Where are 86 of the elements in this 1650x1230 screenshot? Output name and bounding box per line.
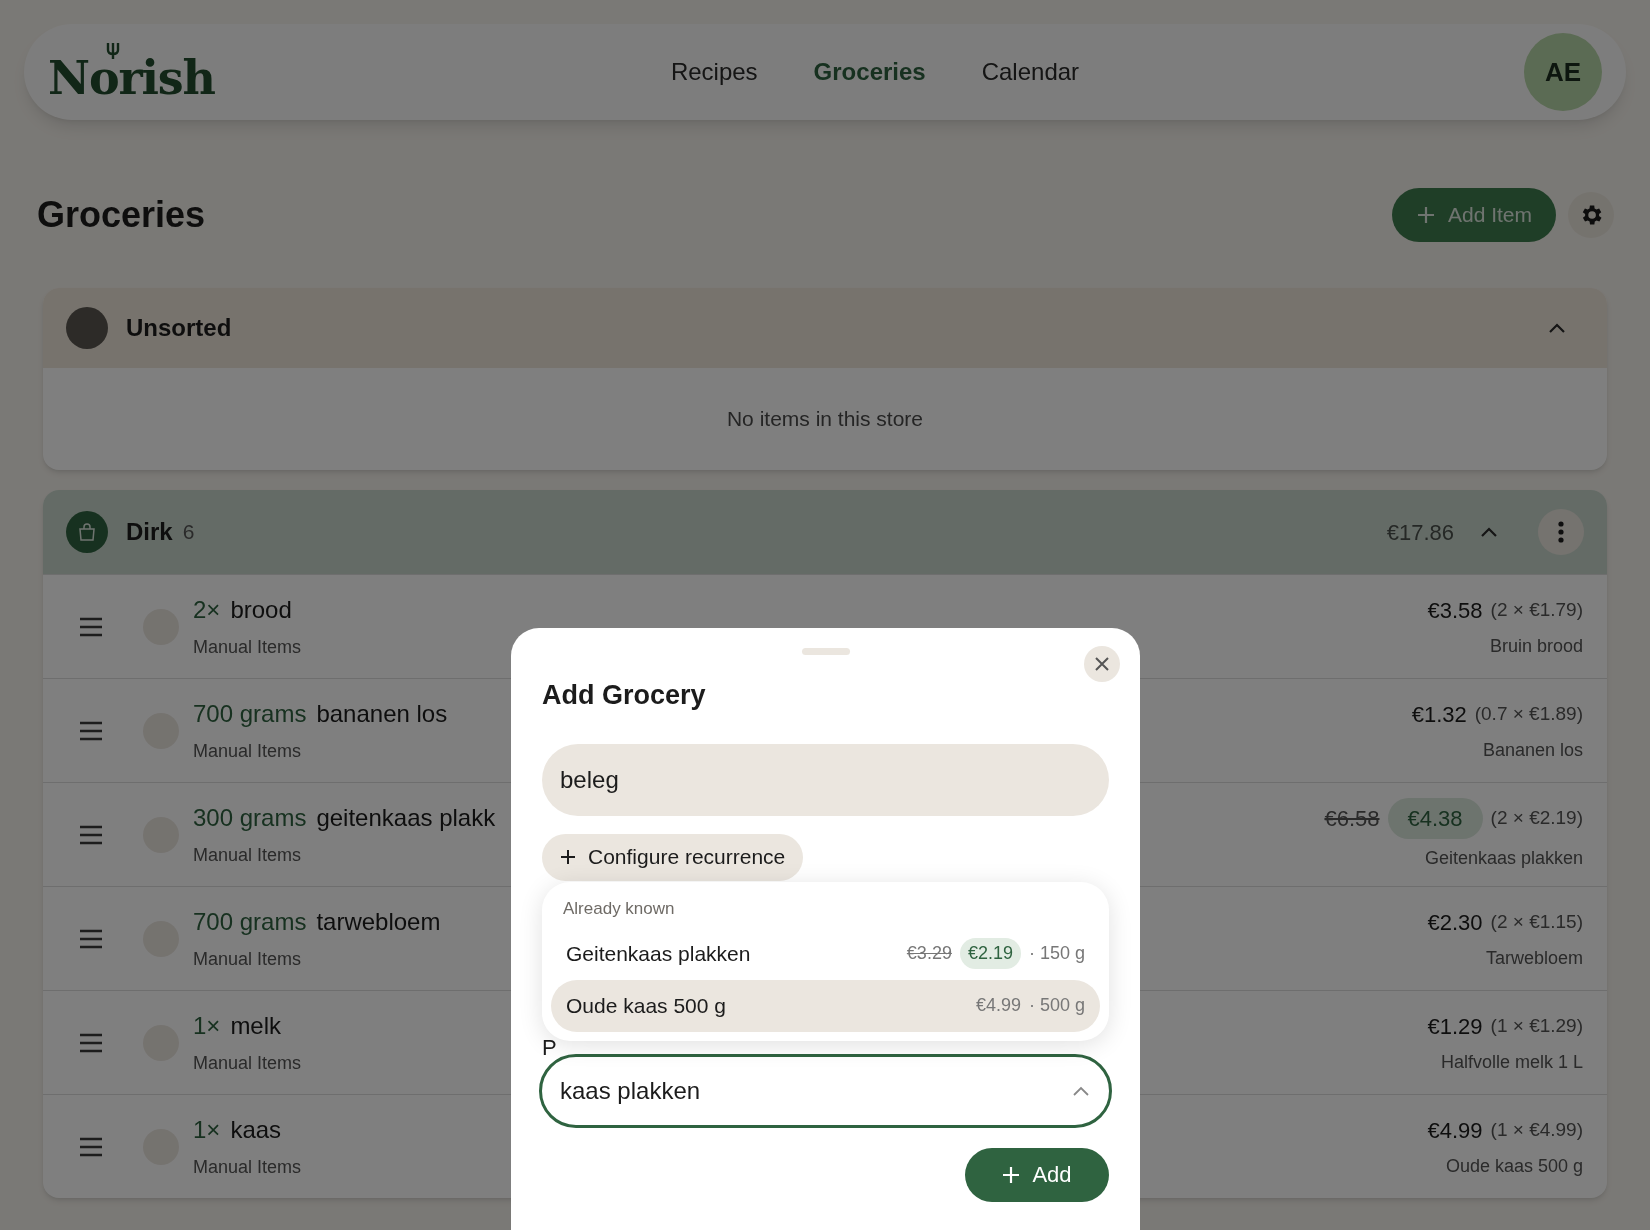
- suggestion-price: €4.99: [975, 994, 1021, 1017]
- original-price: €3.29: [906, 942, 952, 965]
- price-breakdown: (2 × €1.79): [1490, 597, 1583, 622]
- suggestions-heading: Already known: [562, 898, 676, 920]
- suggestion-size: · 150 g: [1028, 942, 1085, 965]
- suggestion-size: · 500 g: [1028, 994, 1085, 1017]
- discount-price: €2.19: [959, 938, 1021, 969]
- add-button[interactable]: Add: [965, 1147, 1109, 1202]
- close-button[interactable]: [1084, 646, 1120, 682]
- drag-handle-icon[interactable]: [79, 616, 103, 637]
- product-name: Geitenkaas plakken: [1424, 846, 1583, 870]
- item-amount: 300 grams: [193, 803, 307, 833]
- more-options-button[interactable]: [1538, 509, 1584, 555]
- item-source: Manual Items: [193, 1156, 302, 1179]
- item-source: Manual Items: [193, 1052, 302, 1075]
- drag-handle-icon[interactable]: [79, 1136, 103, 1157]
- price-breakdown: (1 × €4.99): [1490, 1117, 1583, 1142]
- store-name: Unsorted: [126, 313, 233, 343]
- empty-store-message: No items in this store: [725, 406, 925, 433]
- item-count: 6: [182, 519, 196, 546]
- item-name: kaas: [230, 1115, 282, 1145]
- suggestion-option[interactable]: Oude kaas 500 g €4.99 · 500 g: [551, 979, 1100, 1032]
- discount-price: €4.38: [1387, 797, 1483, 839]
- drag-handle-icon[interactable]: [79, 1032, 103, 1053]
- item-source: Manual Items: [193, 844, 302, 867]
- fork-icon: [106, 43, 120, 59]
- price-breakdown: (2 × €1.15): [1490, 909, 1583, 934]
- item-source: Manual Items: [193, 740, 302, 763]
- price-breakdown: (2 × €2.19): [1490, 805, 1583, 830]
- store-name: Dirk: [126, 517, 173, 547]
- settings-button[interactable]: [1568, 192, 1614, 238]
- suggestion-option[interactable]: Geitenkaas plakken €3.29 €2.19 · 150 g: [551, 927, 1100, 980]
- drag-handle-icon[interactable]: [79, 720, 103, 741]
- product-name: Bruin brood: [1489, 634, 1583, 658]
- chevron-icon[interactable]: [1480, 526, 1498, 538]
- item-name: brood: [230, 595, 292, 625]
- drag-handle-icon[interactable]: [79, 928, 103, 949]
- plus-icon: [1002, 1165, 1021, 1184]
- drag-handle-icon[interactable]: [79, 824, 103, 845]
- product-name: Oude kaas 500 g: [1445, 1154, 1583, 1178]
- product-name: Bananen los: [1482, 738, 1583, 762]
- plus-icon: [1415, 205, 1436, 225]
- suggestion-name: Geitenkaas plakken: [566, 940, 752, 967]
- item-amount: 1×: [193, 1011, 221, 1041]
- configure-recurrence-button[interactable]: Configure recurrence: [542, 833, 804, 881]
- dialog-title: Add Grocery: [542, 679, 707, 712]
- item-amount: 700 grams: [193, 907, 307, 937]
- item-name: tarwebloem: [316, 907, 441, 937]
- item-source: Manual Items: [193, 636, 302, 659]
- more-vertical-icon: [1558, 521, 1564, 543]
- caret-icon[interactable]: [1072, 1084, 1090, 1097]
- suggestion-name: Oude kaas 500 g: [566, 992, 727, 1019]
- add-item-button[interactable]: Add Item: [1391, 188, 1556, 242]
- item-name: geitenkaas plakk: [316, 803, 496, 833]
- close-icon: [1094, 656, 1110, 672]
- user-avatar[interactable]: AE: [1524, 33, 1602, 111]
- chevron-icon[interactable]: [1548, 322, 1566, 334]
- nav-link[interactable]: Calendar: [981, 54, 1080, 90]
- price-breakdown: (1 × €1.29): [1490, 1013, 1583, 1038]
- item-price: €4.99: [1427, 1116, 1483, 1145]
- nav-link[interactable]: Recipes: [670, 54, 758, 90]
- item-source: Manual Items: [193, 948, 302, 971]
- item-price: €1.32: [1411, 700, 1467, 729]
- shopping-bag-icon: [66, 511, 108, 553]
- norish-logo[interactable]: Norish: [48, 43, 215, 101]
- item-name: bananen los: [316, 699, 448, 729]
- drag-handle[interactable]: [801, 648, 850, 655]
- store-avatar-icon: [66, 307, 108, 349]
- price-breakdown: (0.7 × €1.89): [1474, 701, 1583, 726]
- plus-icon: [560, 849, 576, 865]
- store-total: €17.86: [1386, 518, 1454, 547]
- item-name: melk: [230, 1011, 282, 1041]
- product-name: Halfvolle melk 1 L: [1440, 1050, 1583, 1074]
- item-amount: 2×: [193, 595, 221, 625]
- nav-link[interactable]: Groceries: [813, 54, 926, 90]
- store-header[interactable]: Unsorted: [43, 288, 1607, 368]
- store-header[interactable]: Dirk 6 €17.86: [43, 490, 1607, 574]
- name-field[interactable]: beleg: [542, 743, 1109, 816]
- product-name: Tarwebloem: [1485, 946, 1583, 970]
- item-price: €3.58: [1427, 596, 1483, 625]
- original-price: €6.58: [1324, 804, 1380, 833]
- item-amount: 700 grams: [193, 699, 307, 729]
- item-price: €2.30: [1427, 908, 1483, 937]
- item-amount: 1×: [193, 1115, 221, 1145]
- page-title: Groceries: [37, 193, 206, 237]
- item-price: €1.29: [1427, 1012, 1483, 1041]
